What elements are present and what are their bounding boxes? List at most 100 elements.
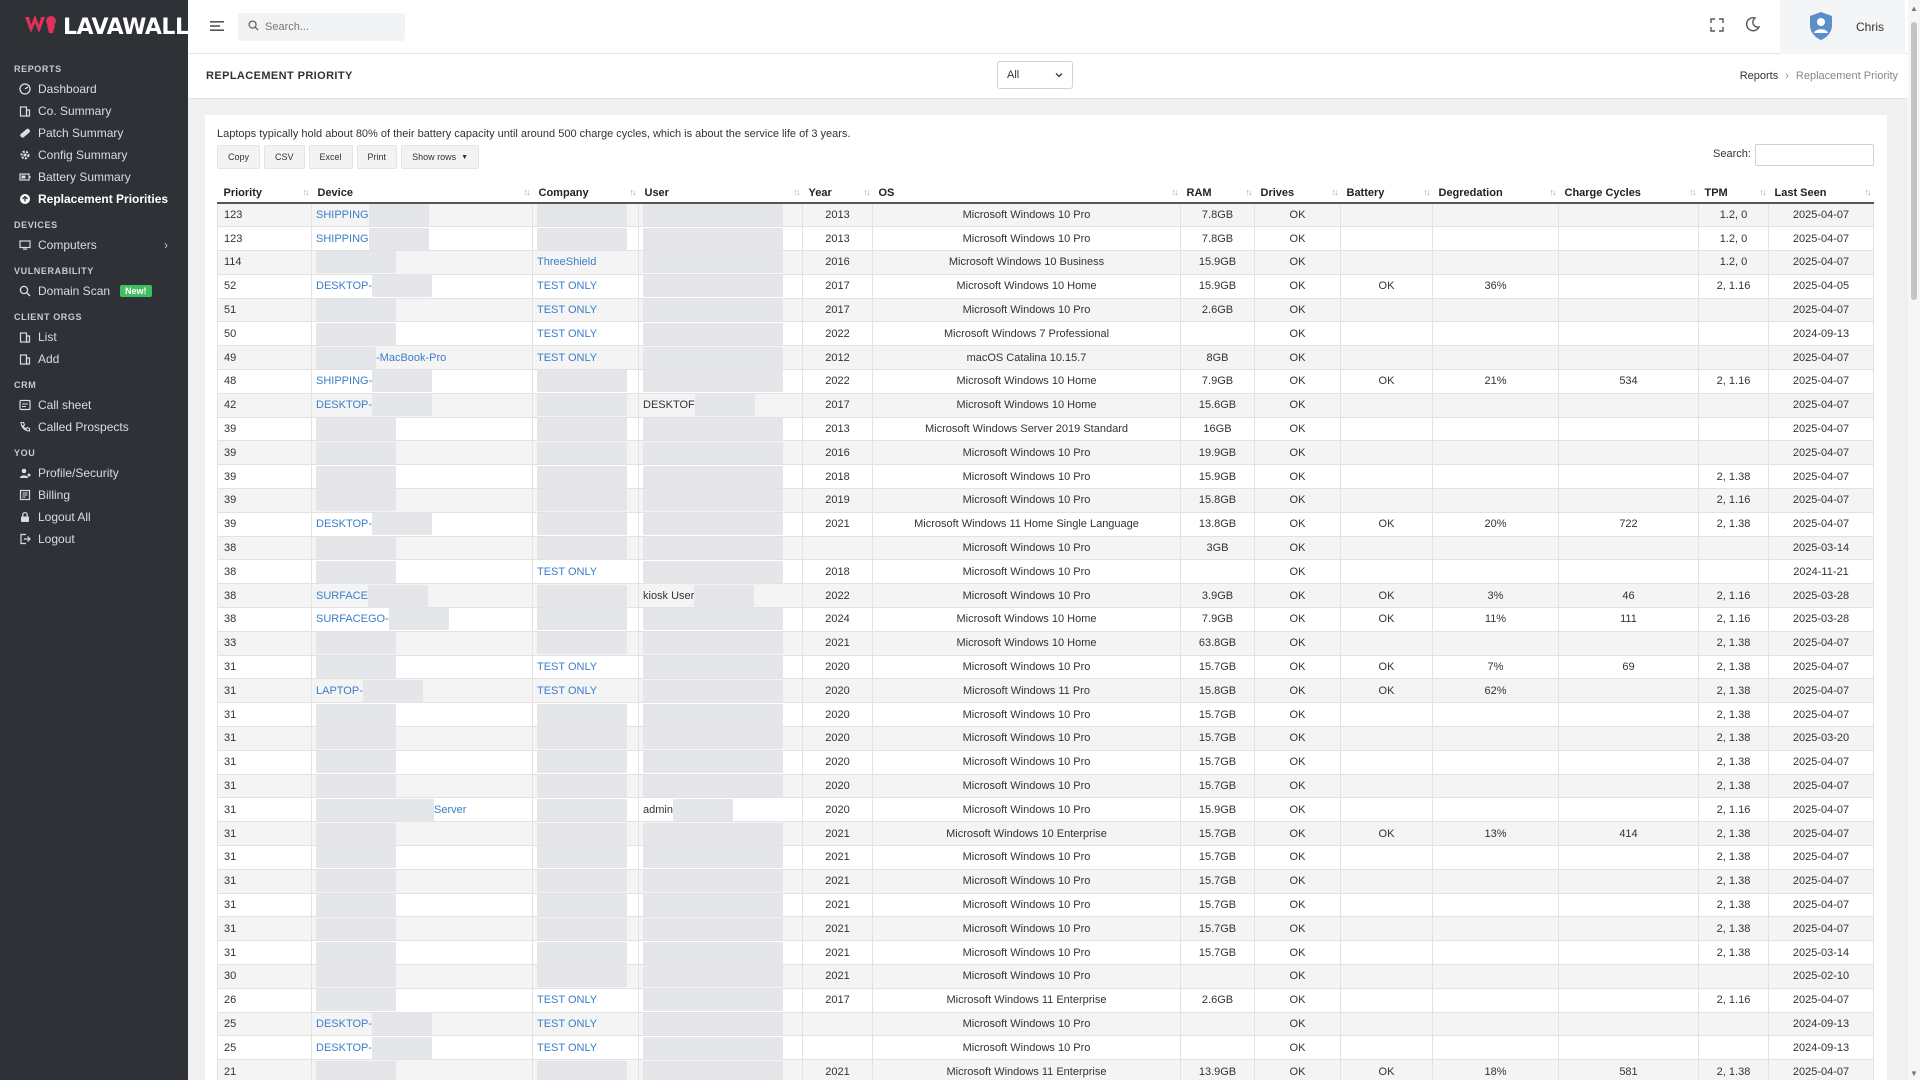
table-row[interactable]: 38 SURFACE kiosk User 2022 Microsoft Windows… xyxy=(217,583,1874,609)
cell-device[interactable] xyxy=(311,298,533,323)
cell-company[interactable] xyxy=(532,631,639,656)
cell-device[interactable] xyxy=(311,964,533,989)
copy-button[interactable]: Copy xyxy=(217,145,261,169)
global-search-input[interactable] xyxy=(265,21,385,33)
cell-company[interactable] xyxy=(532,845,639,870)
cell-company[interactable] xyxy=(532,464,639,490)
column-header-company[interactable]: Company ↑↓ xyxy=(532,183,639,204)
cell-device[interactable] xyxy=(311,417,533,442)
column-header-device[interactable]: Device ↑↓ xyxy=(311,183,533,204)
column-header-battery[interactable]: Battery ↑↓ xyxy=(1340,183,1433,204)
column-header-drives[interactable]: Drives ↑↓ xyxy=(1254,183,1341,204)
table-row[interactable]: 39 2013 Microsoft Windows Server 2019 Stan… xyxy=(217,417,1874,442)
table-row[interactable]: 21 2021 Microsoft Windows 11 Enterprise 13.… xyxy=(217,1059,1874,1080)
table-row[interactable]: 25 DESKTOP- TEST ONLY Microsoft Windows 10 … xyxy=(217,1035,1874,1061)
cell-company[interactable] xyxy=(532,607,639,632)
table-row[interactable]: 114 ThreeShield 2016 Microsoft Windows 10 B… xyxy=(217,250,1874,275)
sidebar-item-battery-summary[interactable]: Battery Summary xyxy=(0,166,188,188)
table-row[interactable]: 31 2021 Microsoft Windows 10 Pro 15.7GB OK 2,… xyxy=(217,845,1874,870)
table-row[interactable]: 31 2020 Microsoft Windows 10 Pro 15.7GB OK 2,… xyxy=(217,750,1874,775)
cell-device[interactable] xyxy=(311,464,533,490)
table-row[interactable]: 39 2016 Microsoft Windows 10 Pro 19.9GB OK 20… xyxy=(217,440,1874,466)
sidebar-item-co-summary[interactable]: Co. Summary xyxy=(0,100,188,122)
table-row[interactable]: 31 2021 Microsoft Windows 10 Pro 15.7GB OK 2,… xyxy=(217,869,1874,894)
cell-company[interactable] xyxy=(532,583,639,609)
cell-company[interactable]: TEST ONLY xyxy=(532,274,639,299)
table-row[interactable]: 123 SHIPPING 2013 Microsoft Windows 10 Pro 7… xyxy=(217,203,1874,228)
cell-device[interactable]: DESKTOP- xyxy=(311,512,533,537)
cell-device[interactable] xyxy=(311,631,533,656)
cell-company[interactable] xyxy=(532,893,639,918)
sidebar-item-called-prospects[interactable]: Called Prospects xyxy=(0,416,188,438)
column-header-last-seen[interactable]: Last Seen ↑↓ xyxy=(1768,183,1874,204)
cell-device[interactable] xyxy=(311,1059,533,1080)
print-button[interactable]: Print xyxy=(356,145,398,169)
cell-device[interactable]: SHIPPING- xyxy=(311,369,533,394)
cell-device[interactable]: -MacBook-Pro xyxy=(311,345,533,371)
cell-company[interactable]: TEST ONLY xyxy=(532,345,639,371)
column-header-priority[interactable]: Priority ↑↓ xyxy=(217,183,312,204)
column-header-tpm[interactable]: TPM ↑↓ xyxy=(1698,183,1769,204)
cell-company[interactable] xyxy=(532,797,639,823)
table-row[interactable]: 31 LAPTOP- TEST ONLY 2020 Microsoft Windows … xyxy=(217,678,1874,704)
global-search[interactable] xyxy=(238,13,405,41)
cell-company[interactable] xyxy=(532,369,639,394)
cell-company[interactable] xyxy=(532,393,639,418)
cell-device[interactable] xyxy=(311,869,533,894)
cell-company[interactable]: TEST ONLY xyxy=(532,559,639,585)
scrollbar-thumb[interactable] xyxy=(1911,22,1917,300)
cell-device[interactable] xyxy=(311,488,533,513)
cell-device[interactable] xyxy=(311,321,533,347)
sidebar-item-replacement-priorities[interactable]: Replacement Priorities xyxy=(0,188,188,210)
table-row[interactable]: 39 2018 Microsoft Windows 10 Pro 15.9GB OK 2,… xyxy=(217,464,1874,490)
table-row[interactable]: 31 2021 Microsoft Windows 10 Pro 15.7GB OK 2,… xyxy=(217,916,1874,942)
cell-device[interactable]: DESKTOP- xyxy=(311,1035,533,1061)
table-row[interactable]: 52 DESKTOP- TEST ONLY 2017 Microsoft Windows… xyxy=(217,274,1874,299)
cell-company[interactable] xyxy=(532,440,639,466)
table-row[interactable]: 123 SHIPPING 2013 Microsoft Windows 10 Pro 7… xyxy=(217,226,1874,252)
cell-company[interactable]: TEST ONLY xyxy=(532,678,639,704)
cell-company[interactable] xyxy=(532,512,639,537)
sidebar-item-call-sheet[interactable]: Call sheet xyxy=(0,394,188,416)
column-header-charge-cycles[interactable]: Charge Cycles ↑↓ xyxy=(1558,183,1699,204)
cell-company[interactable] xyxy=(532,821,639,847)
cell-company[interactable] xyxy=(532,726,639,751)
scroll-down-icon[interactable]: ▼ xyxy=(1910,1069,1918,1078)
cell-device[interactable] xyxy=(311,250,533,275)
cell-company[interactable]: TEST ONLY xyxy=(532,321,639,347)
cell-company[interactable] xyxy=(532,774,639,799)
table-row[interactable]: 33 2021 Microsoft Windows 10 Home 63.8GB OK 2… xyxy=(217,631,1874,656)
column-header-user[interactable]: User ↑↓ xyxy=(638,183,803,204)
cell-company[interactable] xyxy=(532,964,639,989)
cell-device[interactable] xyxy=(311,750,533,775)
table-row[interactable]: 38 SURFACEGO- 2024 Microsoft Windows 10 Hom… xyxy=(217,607,1874,632)
cell-device[interactable] xyxy=(311,559,533,585)
cell-device[interactable] xyxy=(311,916,533,942)
cell-device[interactable]: DESKTOP- xyxy=(311,1012,533,1037)
table-row[interactable]: 38 Microsoft Windows 10 Pro 3GB OK 2025-03-1… xyxy=(217,536,1874,561)
cell-device[interactable] xyxy=(311,893,533,918)
cell-company[interactable] xyxy=(532,536,639,561)
table-row[interactable]: 39 2019 Microsoft Windows 10 Pro 15.8GB OK 2,… xyxy=(217,488,1874,513)
table-row[interactable]: 50 TEST ONLY 2022 Microsoft Windows 7 Profe… xyxy=(217,321,1874,347)
company-filter-select[interactable]: All xyxy=(997,61,1073,89)
table-row[interactable]: 25 DESKTOP- TEST ONLY Microsoft Windows 10 … xyxy=(217,1012,1874,1037)
sidebar-item-profile-security[interactable]: Profile/Security xyxy=(0,462,188,484)
cell-device[interactable]: SURFACE xyxy=(311,583,533,609)
brand-logo[interactable]: LAVAWALL® xyxy=(0,0,198,54)
table-row[interactable]: 39 DESKTOP- 2021 Microsoft Windows 11 Home … xyxy=(217,512,1874,537)
cell-device[interactable] xyxy=(311,536,533,561)
cell-device[interactable]: Server xyxy=(311,797,533,823)
dark-mode-icon[interactable] xyxy=(1745,16,1761,35)
sidebar-item-list[interactable]: List xyxy=(0,326,188,348)
table-row[interactable]: 30 2021 Microsoft Windows 10 Pro OK 2025-02-… xyxy=(217,964,1874,989)
table-row[interactable]: 31 2020 Microsoft Windows 10 Pro 15.7GB OK 2,… xyxy=(217,774,1874,799)
cell-device[interactable] xyxy=(311,726,533,751)
table-row[interactable]: 26 TEST ONLY 2017 Microsoft Windows 11 Ente… xyxy=(217,988,1874,1013)
sidebar-item-logout[interactable]: Logout xyxy=(0,528,188,550)
column-header-degredation[interactable]: Degredation ↑↓ xyxy=(1432,183,1559,204)
cell-device[interactable]: LAPTOP- xyxy=(311,678,533,704)
scroll-up-icon[interactable]: ▲ xyxy=(1910,4,1918,13)
table-row[interactable]: 42 DESKTOP- DESKTOF 2017 Microsoft Windows 1… xyxy=(217,393,1874,418)
menu-toggle-icon[interactable] xyxy=(208,17,226,35)
